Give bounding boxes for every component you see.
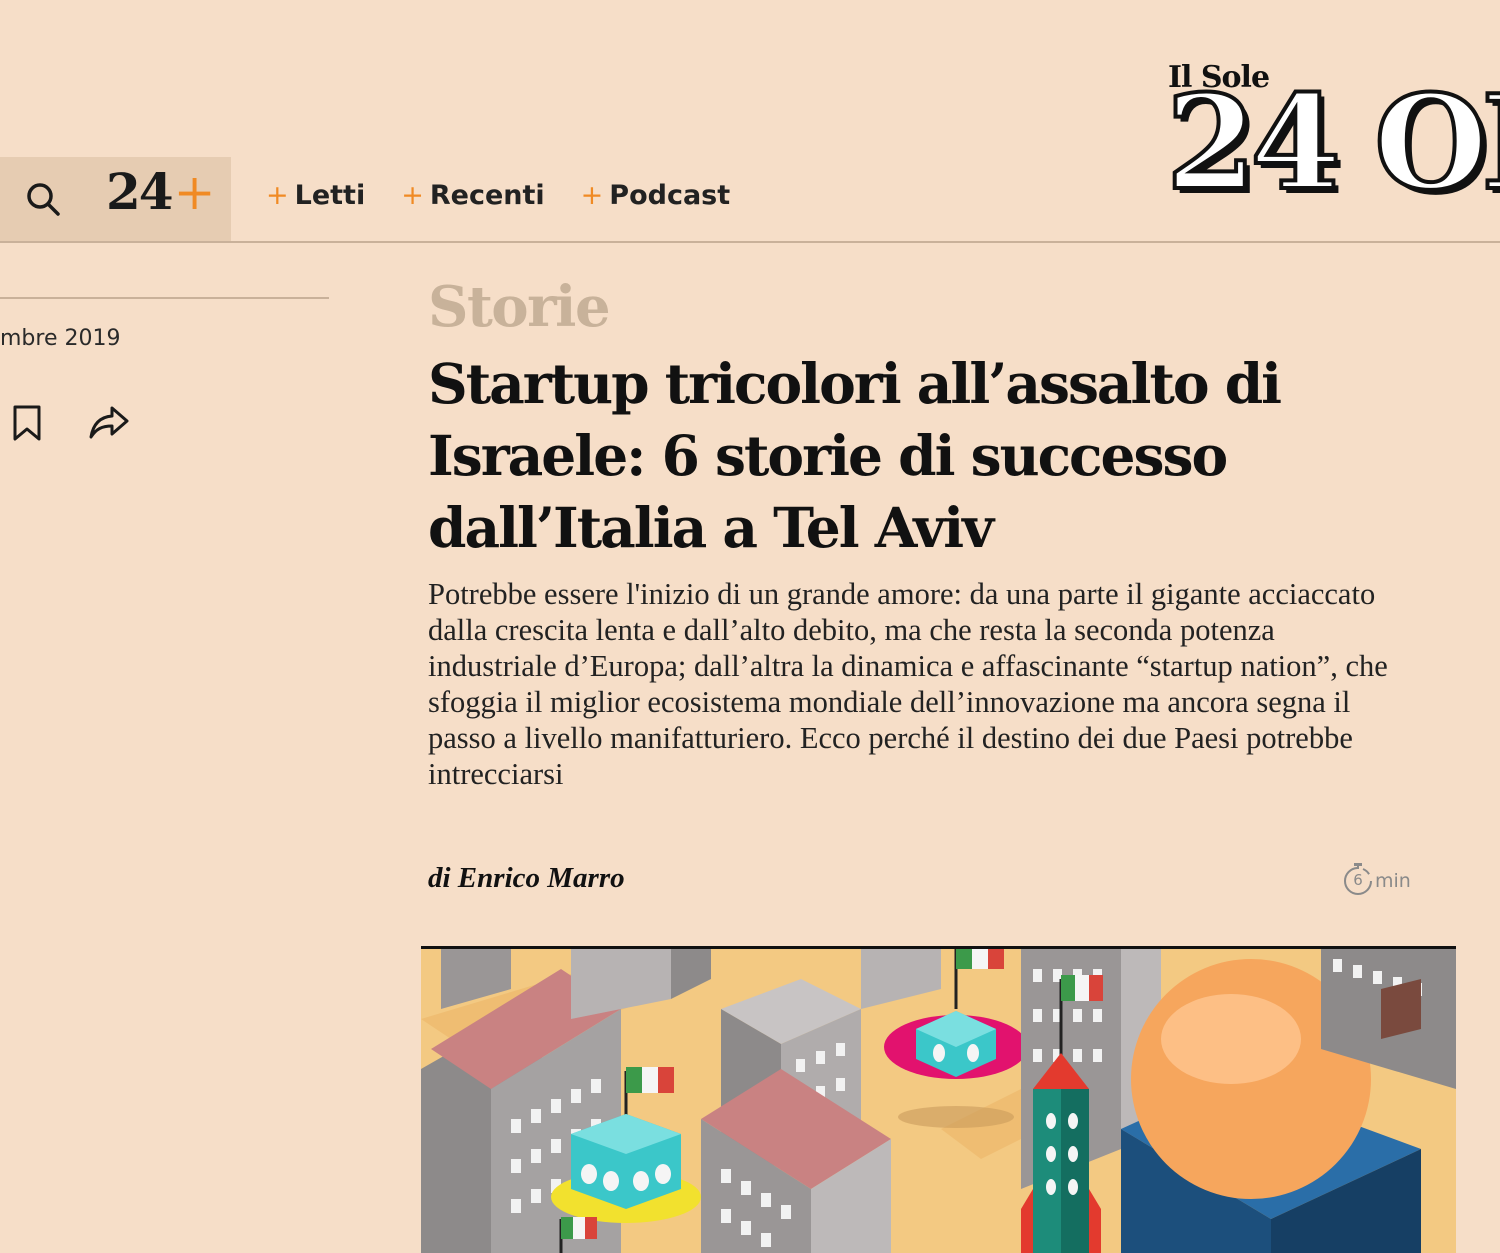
nav-item-recenti[interactable]: + Recenti	[401, 180, 544, 211]
stopwatch-icon: 6	[1343, 862, 1373, 896]
share-icon[interactable]	[88, 404, 130, 440]
sidebar-divider	[0, 297, 329, 299]
nav-item-label: Recenti	[429, 180, 545, 211]
article-illustration[interactable]	[421, 946, 1456, 1253]
plus-icon: +	[266, 180, 289, 211]
brand-plus-sign: +	[173, 163, 216, 221]
plus-icon: +	[580, 180, 604, 211]
read-time-value: 6	[1353, 871, 1363, 889]
nav-item-letti[interactable]: + Letti	[266, 180, 365, 211]
nav-item-podcast[interactable]: + Podcast	[581, 180, 731, 211]
brand-24plus-label: 24	[106, 162, 174, 221]
nav-item-label: Podcast	[609, 180, 731, 211]
article-byline[interactable]: di Enrico Marro	[428, 862, 625, 895]
header-divider	[0, 241, 1500, 243]
search-box[interactable]: 24+	[0, 157, 231, 242]
article-title: Startup tricolori all’assalto di Israele…	[428, 351, 1282, 560]
read-time-unit: min	[1375, 870, 1411, 892]
search-icon[interactable]	[24, 180, 62, 218]
plus-icon: +	[401, 180, 424, 211]
read-time: 6 min	[1343, 862, 1411, 896]
article-summary: Potrebbe essere l'inizio di un grande am…	[428, 577, 1388, 791]
article-kicker[interactable]: Storie	[428, 278, 611, 337]
site-logo[interactable]: Il Sole 24 ORE	[1166, 60, 1500, 220]
top-nav: + Letti + Recenti + Podcast	[266, 180, 730, 211]
bookmark-icon[interactable]	[11, 404, 43, 442]
brand-24plus-link[interactable]: 24+	[106, 167, 215, 218]
article-date: mbre 2019	[0, 326, 121, 351]
logo-main-text: 24 ORE	[1166, 66, 1500, 219]
nav-item-label: Letti	[294, 180, 366, 211]
